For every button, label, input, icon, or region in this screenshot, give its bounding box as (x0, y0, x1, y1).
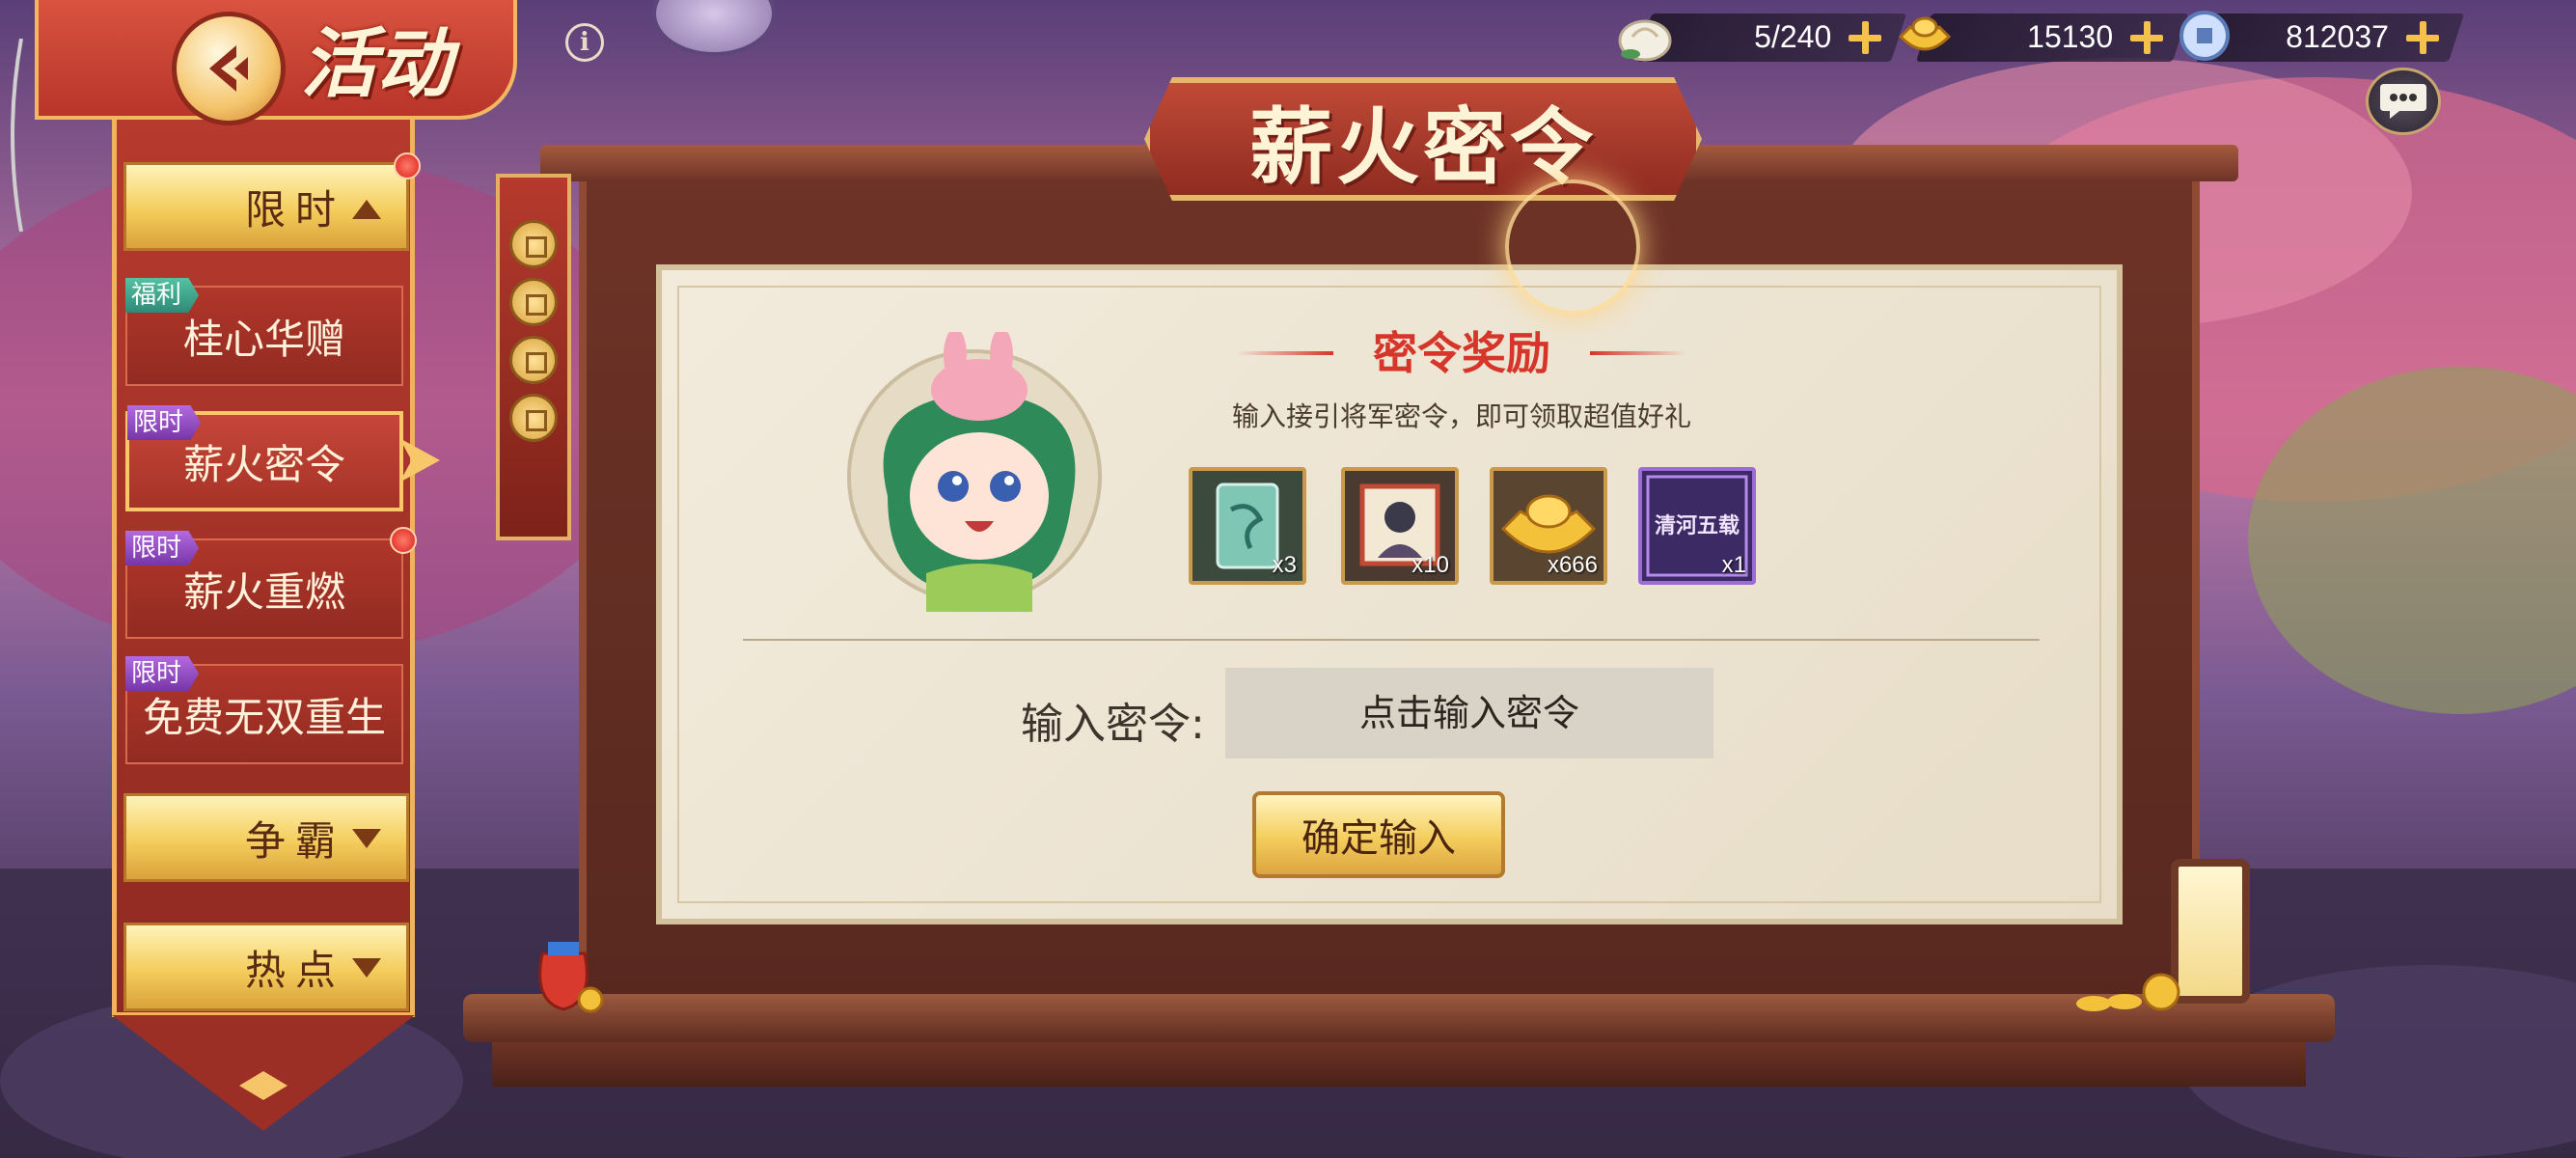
reward-title: 密令奖励 (1373, 327, 1550, 379)
reward-item-card-frame[interactable]: 清河五载 x1 (1638, 467, 1756, 585)
coin-icon (509, 336, 558, 384)
content-divider (743, 639, 2040, 641)
chat-bubble-icon (2380, 84, 2426, 119)
back-arrow-icon (209, 45, 248, 92)
chevron-down-icon (352, 958, 381, 978)
hanging-banner (496, 174, 571, 540)
coins-pile-icon (2076, 973, 2180, 1011)
code-input[interactable] (1225, 668, 1713, 758)
frame-base (463, 994, 2335, 1042)
event-title: 薪火密令 (1249, 97, 1597, 196)
sidebar-item-label: 桂心华赠 (182, 315, 345, 363)
reward-item-scroll-card[interactable]: x3 (1189, 467, 1306, 585)
category-hot[interactable]: 热点 (123, 923, 409, 1011)
category-compete-label: 争霸 (244, 816, 345, 865)
reward-item-portrait-scroll[interactable]: x10 (1341, 467, 1459, 585)
category-hot-label: 热点 (244, 946, 345, 994)
reward-description: 输入接引将军密令，即可领取超值好礼 (1231, 400, 1691, 432)
bun-icon (1618, 19, 1672, 62)
character-avatar (847, 332, 1102, 612)
coin-icon (509, 278, 558, 326)
add-stamina-icon[interactable] (1847, 19, 1883, 56)
screen-edge-mark (11, 39, 23, 232)
silver-currency: 812037 (2195, 14, 2465, 62)
reward-quantity: x10 (1411, 552, 1449, 578)
badge-limited: 限时 (125, 656, 200, 691)
chat-button[interactable] (2366, 68, 2441, 135)
gold-currency: 15130 (1915, 14, 2189, 62)
back-button[interactable] (172, 12, 286, 125)
reward-title-deco-right (1590, 351, 1686, 355)
stamina-currency: 5/240 (1635, 14, 1907, 62)
reward-quantity: x1 (1721, 552, 1746, 578)
add-silver-icon[interactable] (2404, 19, 2441, 56)
reward-quantity: x666 (1547, 552, 1598, 578)
category-limited[interactable]: 限时 (123, 162, 409, 251)
gold-ingot-icon (1898, 16, 1952, 51)
badge-limited: 限时 (125, 531, 200, 565)
gold-value: 15130 (2027, 19, 2114, 54)
badge-limited: 限时 (127, 405, 202, 440)
badge-welfare: 福利 (125, 278, 200, 313)
sidebar-item-label: 薪火重燃 (182, 567, 345, 616)
lucky-bag-icon (538, 942, 604, 1013)
sidebar-item-free-rebirth[interactable]: 限时 免费无双重生 (125, 656, 403, 764)
category-compete[interactable]: 争霸 (123, 793, 409, 882)
frame-stand (492, 1042, 2306, 1087)
confirm-button[interactable]: 确定输入 (1252, 791, 1505, 878)
chevron-down-icon (352, 829, 381, 848)
page-title: 活动 (301, 20, 452, 108)
silver-coin-icon (2179, 11, 2230, 61)
reward-item-gold-ingot[interactable]: x666 (1490, 467, 1607, 585)
chevron-up-icon (352, 200, 381, 219)
code-input-label: 输入密令: (1021, 700, 1205, 749)
title-plaque: 薪火密令 (1144, 77, 1702, 201)
sidebar-item-guixin[interactable]: 福利 桂心华赠 (125, 278, 403, 386)
silver-value: 812037 (2286, 19, 2390, 54)
reward-quantity: x3 (1272, 552, 1297, 578)
category-limited-label: 限时 (244, 185, 345, 234)
sidebar-item-label: 免费无双重生 (142, 693, 386, 741)
card-frame-art-text: 清河五载 (1655, 513, 1740, 538)
add-gold-icon[interactable] (2128, 19, 2165, 56)
notification-dot (394, 152, 421, 179)
sidebar-item-xinhuo-code[interactable]: 限时 薪火密令 (125, 405, 403, 511)
notification-dot (390, 527, 417, 554)
sidebar-item-label: 薪火密令 (182, 440, 345, 488)
sidebar-item-xinhuo-rekindle[interactable]: 限时 薪火重燃 (125, 531, 403, 639)
info-icon[interactable]: i (565, 23, 604, 62)
coin-icon (509, 220, 558, 268)
coin-icon (509, 394, 558, 442)
stamina-value: 5/240 (1754, 19, 1832, 54)
glow-ring-decoration (1505, 179, 1640, 315)
